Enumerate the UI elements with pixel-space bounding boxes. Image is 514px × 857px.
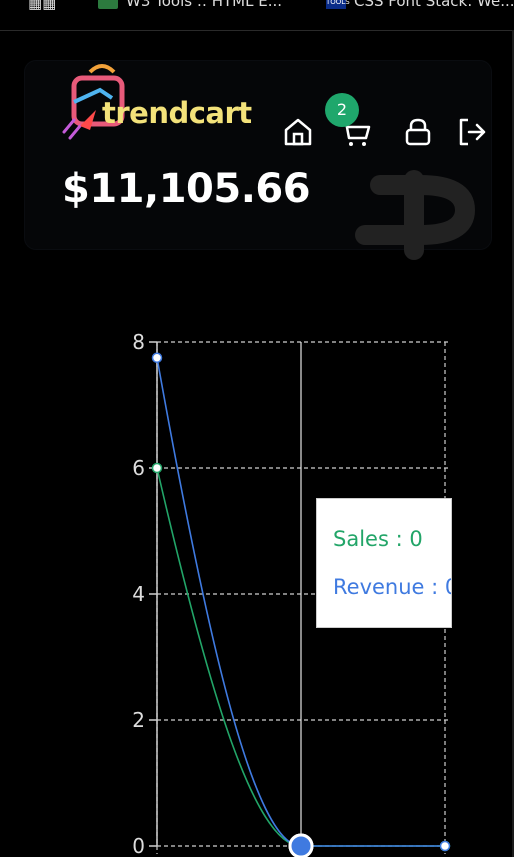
- data-point-revenue[interactable]: [288, 833, 314, 857]
- tooltip-sales: Sales : 0: [333, 527, 423, 551]
- sales-revenue-chart: 0 2 4 6 8: [132, 330, 451, 857]
- data-point-sales[interactable]: [151, 462, 163, 474]
- y-axis: 0 2 4 6 8: [132, 330, 158, 857]
- tooltip-revenue: Revenue : 0: [333, 575, 452, 599]
- y-tick-label: 2: [132, 708, 145, 732]
- data-point-revenue[interactable]: [439, 840, 451, 852]
- y-tick-label: 4: [132, 582, 145, 606]
- y-tick-label: 8: [132, 330, 145, 354]
- chart-tooltip: Sales : 0 Revenue : 0: [316, 498, 452, 628]
- y-tick-label: 6: [132, 456, 145, 480]
- y-tick-label: 0: [132, 834, 145, 857]
- data-point-revenue[interactable]: [151, 352, 163, 363]
